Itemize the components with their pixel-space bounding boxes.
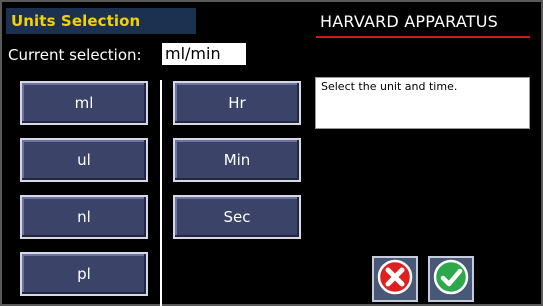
red-x-circle-icon <box>377 259 413 299</box>
units-selection-screen: Units Selection HARVARD APPARATUS Curren… <box>0 0 543 306</box>
time-button-sec[interactable]: Sec <box>173 195 301 239</box>
unit-button-ml[interactable]: ml <box>20 81 148 125</box>
time-button-min[interactable]: Min <box>173 138 301 182</box>
unit-button-nl[interactable]: nl <box>20 195 148 239</box>
brand-underline <box>316 36 530 38</box>
column-divider <box>160 80 162 306</box>
info-text: Select the unit and time. <box>321 80 458 93</box>
brand-label: HARVARD APPARATUS <box>320 12 498 31</box>
current-selection-label: Current selection: <box>8 46 142 64</box>
time-button-hr[interactable]: Hr <box>173 81 301 125</box>
page-title: Units Selection <box>11 12 141 30</box>
cancel-button[interactable] <box>372 256 418 302</box>
confirm-button[interactable] <box>428 256 474 302</box>
info-box: Select the unit and time. <box>315 77 530 129</box>
current-selection-value: ml/min <box>162 43 246 65</box>
green-check-circle-icon <box>433 259 469 299</box>
unit-button-ul[interactable]: ul <box>20 138 148 182</box>
unit-button-pl[interactable]: pl <box>20 252 148 296</box>
